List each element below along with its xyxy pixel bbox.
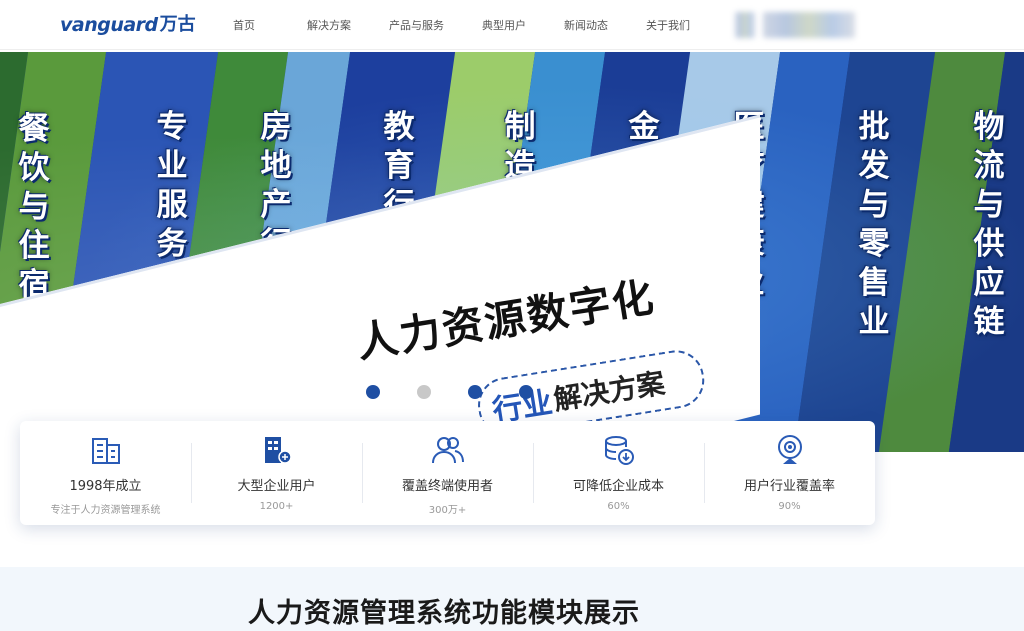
industry-char: 链 (973, 304, 1005, 340)
carousel-dot[interactable] (468, 385, 482, 399)
stat-title: 用户行业覆盖率 (743, 479, 835, 494)
industry-char: 服 (156, 187, 188, 223)
blurred-contact-area (735, 12, 855, 38)
stat-sub: 90% (778, 501, 801, 512)
industry-char: 住 (18, 228, 50, 264)
stat-title: 可降低企业成本 (572, 479, 664, 494)
nav-customers[interactable]: 典型用户 (482, 17, 526, 33)
section-title: 人力资源管理系统功能模块展示 (248, 598, 640, 629)
carousel-dot[interactable] (417, 385, 431, 399)
logo[interactable]: vanguard 万古 (60, 10, 196, 36)
industry-char: 供 (973, 226, 1005, 262)
nav-about[interactable]: 关于我们 (646, 17, 690, 33)
stat-sub: 60% (607, 501, 630, 512)
stat-title: 覆盖终端使用者 (401, 479, 493, 494)
target-pin-icon (772, 433, 808, 467)
coin-down-icon (601, 433, 637, 467)
carousel-dots (366, 385, 570, 399)
stat-item: 用户行业覆盖率 90% (704, 421, 875, 525)
industry-char: 流 (973, 148, 1005, 184)
industry-char: 专 (156, 109, 188, 145)
carousel-dot[interactable] (519, 385, 533, 399)
stat-sub: 专注于人力资源管理系统 (50, 505, 161, 516)
industry-char: 物 (973, 109, 1005, 145)
building-icon (88, 433, 124, 467)
stat-item: 覆盖终端使用者 300万+ (362, 421, 533, 525)
industry-char: 与 (973, 187, 1005, 223)
industry-char: 制 (504, 109, 536, 145)
logo-text-cn: 万古 (159, 14, 196, 35)
industry-char: 售 (858, 265, 890, 301)
modules-section: 人力资源管理系统功能模块展示 (0, 567, 1024, 631)
industry-char: 零 (858, 226, 890, 262)
users-icon (430, 433, 466, 467)
logo-text-en: vanguard (60, 14, 158, 36)
industry-char: 批 (858, 109, 890, 145)
industry-char: 饮 (18, 150, 50, 186)
industry-char: 育 (383, 148, 415, 184)
stat-sub: 1200+ (259, 501, 294, 512)
industry-char: 产 (260, 187, 292, 223)
stat-title: 1998年成立 (69, 479, 142, 494)
industry-char: 教 (383, 109, 415, 145)
industry-label: 物流与供应链 (965, 108, 1013, 342)
enterprise-icon (259, 433, 295, 467)
hero-banner[interactable]: 餐饮与住宿业 专业服务业 房地产行业 教育行业 制造业 金融业 医疗健康业 批发… (0, 52, 1024, 452)
blurred-icon (735, 12, 755, 38)
industry-char: 业 (156, 148, 188, 184)
stat-item: 可降低企业成本 60% (533, 421, 704, 525)
industry-char: 业 (858, 304, 890, 340)
industry-char: 地 (260, 148, 292, 184)
stats-card: 1998年成立 专注于人力资源管理系统 大型企业用户 1200+ 覆盖终端使用者… (20, 421, 875, 525)
site-header: vanguard 万古 首页 解决方案 产品与服务 典型用户 新闻动态 关于我们 (0, 0, 1024, 50)
nav-home[interactable]: 首页 (233, 17, 255, 33)
main-nav: 首页 解决方案 产品与服务 典型用户 新闻动态 关于我们 (233, 0, 728, 50)
industry-char: 房 (260, 109, 292, 145)
industry-char: 发 (858, 148, 890, 184)
stat-title: 大型企业用户 (237, 479, 316, 494)
industry-char: 与 (18, 189, 50, 225)
stat-sub: 300万+ (428, 505, 467, 516)
nav-news[interactable]: 新闻动态 (564, 17, 608, 33)
blurred-text (763, 12, 855, 38)
industry-label: 批发与零售业 (850, 108, 898, 342)
nav-products[interactable]: 产品与服务 (389, 17, 444, 33)
industry-char: 应 (973, 265, 1005, 301)
stat-item: 大型企业用户 1200+ (191, 421, 362, 525)
nav-solutions[interactable]: 解决方案 (307, 17, 351, 33)
industry-char: 与 (858, 187, 890, 223)
stat-item: 1998年成立 专注于人力资源管理系统 (20, 421, 191, 525)
industry-char: 餐 (18, 111, 50, 147)
carousel-dot[interactable] (366, 385, 380, 399)
